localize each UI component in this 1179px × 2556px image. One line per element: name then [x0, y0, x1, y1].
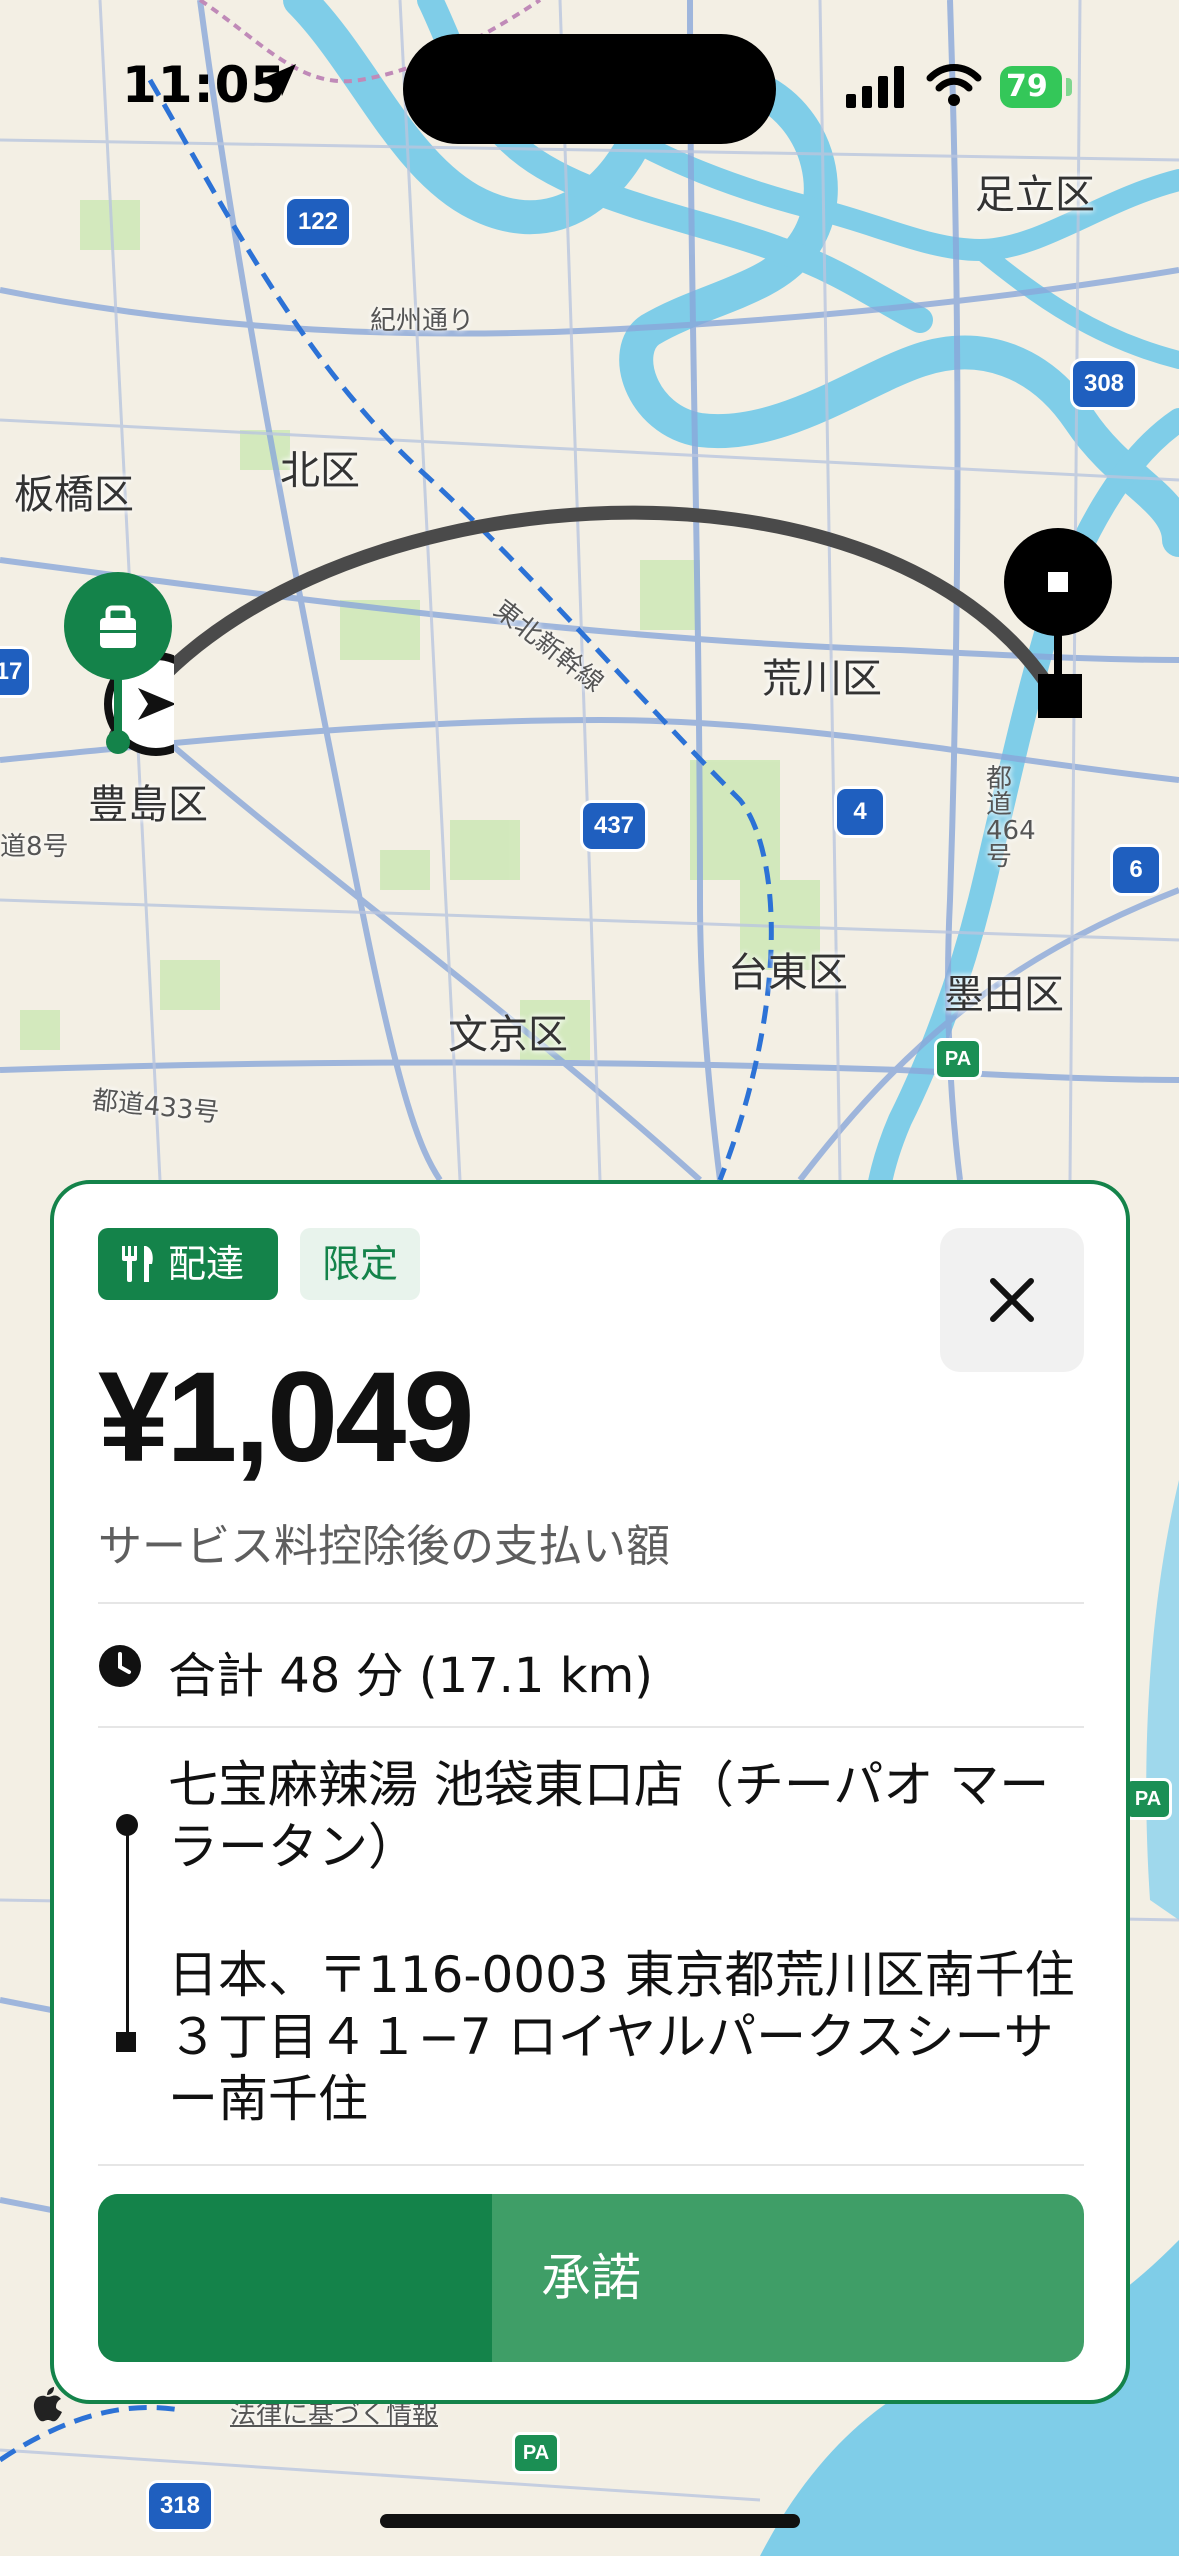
- dynamic-island: [403, 34, 776, 144]
- map-label-arakawa: 荒川区: [762, 656, 882, 702]
- stop-icon: [1048, 572, 1068, 592]
- route-connector-line: [126, 1824, 129, 2040]
- close-icon: [990, 1278, 1034, 1322]
- pickup-location: 七宝麻辣湯 池袋東口店（チーパオ マーラータン）: [168, 1756, 1050, 1876]
- delivery-tag-label: 配達: [168, 1242, 245, 1286]
- map-label-itabashi: 板橋区: [14, 472, 134, 518]
- price-subtitle: サービス料控除後の支払い額: [98, 1521, 670, 1572]
- map-label-todo-464: 都道464号: [986, 764, 1036, 872]
- parking-area-marker: PA: [1124, 1778, 1172, 1820]
- home-indicator: [380, 2514, 800, 2528]
- route-shield-4: 4: [834, 786, 886, 838]
- map-label-toshima: 豊島区: [88, 782, 208, 828]
- route-shield-318: 318: [146, 2480, 214, 2532]
- wifi-icon: [926, 64, 982, 106]
- map-label-bunkyo: 文京区: [448, 1012, 568, 1058]
- accept-button[interactable]: 承諾: [98, 2194, 1084, 2362]
- divider: [98, 1602, 1084, 1604]
- close-button[interactable]: [940, 1228, 1084, 1372]
- offer-price: ¥1,049: [98, 1346, 474, 1489]
- dropoff-square-icon: [116, 2032, 136, 2052]
- clock-icon: [99, 1645, 141, 1687]
- map-label-sumida: 墨田区: [944, 972, 1064, 1018]
- status-bar: 11:05 79: [0, 0, 1179, 160]
- map-label-kita: 北区: [280, 448, 360, 494]
- pickup-marker[interactable]: [64, 572, 208, 762]
- divider: [98, 1726, 1084, 1728]
- dropoff-address: 日本、〒116-0003 東京都荒川区南千住３丁目４１−7 ロイヤルパークスシー…: [168, 1946, 1075, 2128]
- map-label-route-8: 道8号: [0, 832, 69, 862]
- battery-tip: [1066, 78, 1072, 96]
- cellular-signal-icon: [846, 66, 904, 108]
- route-shield-6: 6: [1110, 844, 1162, 896]
- map-label-adachi: 足立区: [975, 172, 1095, 218]
- trip-duration: 合計 48 分 (17.1 km): [168, 1648, 653, 1704]
- route-shield-437: 437: [580, 800, 648, 852]
- pickup-dot-icon: [116, 1814, 138, 1836]
- map-label-kishu-dori: 紀州通り: [370, 306, 475, 336]
- location-arrow-icon: [264, 64, 296, 96]
- utensils-icon: [122, 1246, 153, 1282]
- route-shield-308: 308: [1070, 358, 1138, 410]
- parking-area-marker: PA: [934, 1038, 982, 1080]
- route-shield-122: 122: [284, 196, 352, 248]
- delivery-tag: 配達: [98, 1228, 278, 1300]
- limited-tag: 限定: [300, 1228, 420, 1300]
- dropoff-marker[interactable]: [1004, 528, 1120, 718]
- battery-indicator: 79: [1000, 66, 1062, 108]
- divider: [98, 2164, 1084, 2166]
- route-shield-17: 17: [0, 646, 32, 698]
- accept-button-label: 承諾: [541, 2249, 641, 2307]
- parking-area-marker: PA: [512, 2432, 560, 2474]
- delivery-offer-card: 配達 限定 ¥1,049 サービス料控除後の支払い額 合計 48 分 (17.1…: [50, 1180, 1130, 2404]
- map-label-taito: 台東区: [728, 950, 848, 996]
